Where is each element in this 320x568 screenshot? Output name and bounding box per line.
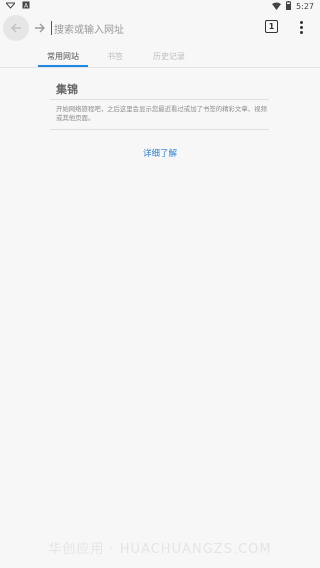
status-bar-left: A [4, 1, 30, 12]
status-bar: A 5:27 [0, 0, 320, 12]
notification-icon [4, 2, 17, 12]
text-caret [51, 21, 52, 35]
back-button[interactable] [3, 15, 29, 41]
status-time: 5:27 [296, 1, 314, 11]
url-input[interactable]: 搜索或输入网址 [51, 18, 251, 38]
divider [50, 129, 269, 130]
forward-button[interactable] [32, 16, 48, 40]
more-vert-icon-dot-1 [299, 20, 303, 24]
status-bar-right: 5:27 [272, 1, 314, 12]
more-vert-icon-dot-3 [299, 30, 303, 34]
wifi-icon [272, 2, 282, 12]
collections-description: 开始网络旅程吧，之后这里会显示您最近看过或加了书签的精彩文章、视频或其他页面。 [56, 105, 267, 122]
learn-more-link[interactable]: 详细了解 [0, 147, 320, 159]
tab-bookmarks[interactable]: 书签 [100, 44, 130, 68]
tab-label: 常用网站 [47, 51, 79, 61]
main-content: 集锦 开始网络旅程吧，之后这里会显示您最近看过或加了书签的精彩文章、视频或其他页… [0, 69, 320, 568]
home-tab-strip: 常用网站 书签 历史记录 [0, 44, 320, 68]
tab-count: 1 [268, 22, 275, 31]
browser-toolbar: 搜索或输入网址 1 [0, 12, 320, 44]
arrow-left-icon [10, 19, 22, 38]
collections-title: 集锦 [56, 83, 78, 96]
url-placeholder: 搜索或输入网址 [54, 24, 124, 36]
tab-label: 书签 [107, 51, 123, 61]
watermark: 华创应用 · HUACHUANGZS.COM [48, 542, 272, 557]
battery-icon [286, 1, 292, 12]
arrow-right-icon [34, 19, 46, 38]
divider [50, 99, 269, 100]
a-icon: A [22, 1, 30, 12]
more-vert-icon-dot-2 [299, 25, 303, 29]
tab-label: 历史记录 [153, 51, 185, 61]
overflow-menu-button[interactable] [295, 18, 307, 36]
tab-switcher-button[interactable]: 1 [265, 20, 278, 33]
active-tab-indicator [38, 65, 88, 67]
tab-history[interactable]: 历史记录 [145, 44, 193, 68]
